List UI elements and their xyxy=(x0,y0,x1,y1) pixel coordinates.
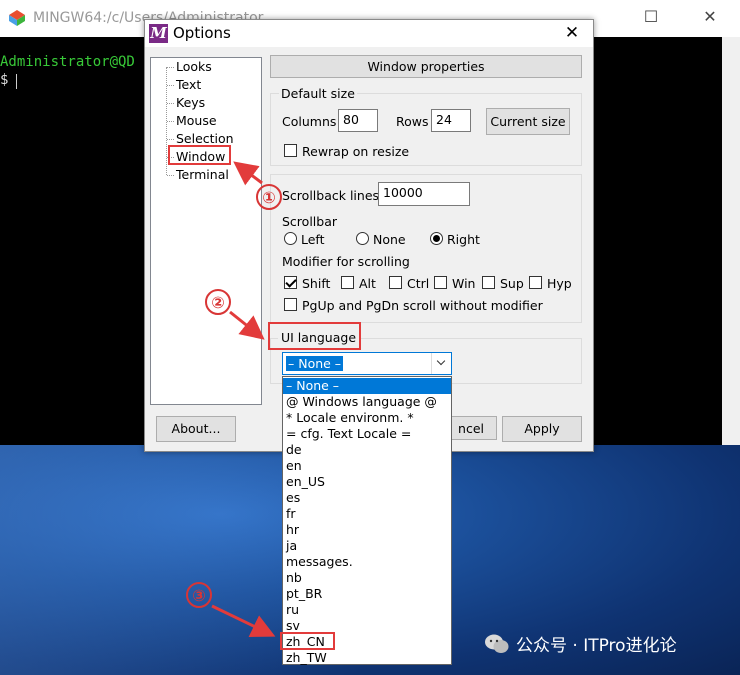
alt-checkbox[interactable] xyxy=(341,276,354,289)
pgup-checkbox[interactable] xyxy=(284,298,297,311)
dialog-close-icon[interactable]: ✕ xyxy=(561,22,583,44)
columns-field[interactable]: 80 xyxy=(338,109,378,132)
close-icon[interactable]: ✕ xyxy=(699,6,721,28)
hyp-checkbox[interactable] xyxy=(529,276,542,289)
apply-button[interactable]: Apply xyxy=(502,416,582,442)
rows-label: Rows xyxy=(396,114,429,129)
language-option[interactable]: pt_BR xyxy=(283,586,451,602)
win-checkbox[interactable] xyxy=(434,276,447,289)
ui-language-selected-value: – None – xyxy=(286,356,344,371)
scrollbar-none-radio[interactable] xyxy=(356,232,369,245)
highlight-zh-cn xyxy=(280,632,335,650)
watermark-text: 公众号 · ITPro进化论 xyxy=(516,636,677,656)
scrollbar-left-label: Left xyxy=(301,232,325,247)
hyp-label: Hyp xyxy=(547,276,572,291)
language-option[interactable]: fr xyxy=(283,506,451,522)
tree-item-looks[interactable]: Looks xyxy=(176,59,212,74)
scrollbar-none-label: None xyxy=(373,232,406,247)
language-option[interactable]: ja xyxy=(283,538,451,554)
scrollbar-left-radio[interactable] xyxy=(284,232,297,245)
columns-label: Columns xyxy=(282,114,337,129)
rewrap-label: Rewrap on resize xyxy=(302,144,410,159)
sup-label: Sup xyxy=(500,276,524,291)
language-option[interactable]: = cfg. Text Locale = xyxy=(283,426,451,442)
tree-connector xyxy=(167,175,174,176)
rewrap-checkbox[interactable] xyxy=(284,144,297,157)
language-option[interactable]: en xyxy=(283,458,451,474)
terminal-dollar: $ xyxy=(0,72,9,88)
win-label: Win xyxy=(452,276,476,291)
language-option[interactable]: es xyxy=(283,490,451,506)
ui-language-select[interactable]: – None – xyxy=(282,352,452,375)
tree-connector xyxy=(167,85,174,86)
highlight-window-item xyxy=(168,145,231,165)
git-bash-icon xyxy=(9,10,25,26)
mintty-icon: M xyxy=(149,24,168,43)
step-1-marker: ① xyxy=(256,184,282,210)
ctrl-checkbox[interactable] xyxy=(389,276,402,289)
tree-item-mouse[interactable]: Mouse xyxy=(176,113,217,128)
current-size-button[interactable]: Current size xyxy=(486,108,570,135)
ui-language-dropdown[interactable]: – None – @ Windows language @ * Locale e… xyxy=(282,376,452,665)
scrollback-field[interactable]: 10000 xyxy=(378,182,470,206)
tree-connector xyxy=(167,139,174,140)
language-option[interactable]: messages. xyxy=(283,554,451,570)
language-option[interactable]: hr xyxy=(283,522,451,538)
maximize-icon[interactable]: ☐ xyxy=(640,6,662,28)
tree-item-selection[interactable]: Selection xyxy=(176,131,234,146)
dialog-titlebar: M Options ✕ xyxy=(145,20,593,47)
language-option[interactable]: zh_TW xyxy=(283,650,451,666)
chevron-down-icon[interactable] xyxy=(431,353,451,374)
language-option[interactable]: @ Windows language @ xyxy=(283,394,451,410)
pgup-label: PgUp and PgDn scroll without modifier xyxy=(302,298,543,313)
tree-connector xyxy=(167,67,174,68)
default-size-legend: Default size xyxy=(279,86,357,101)
tree-connector xyxy=(167,103,174,104)
shift-checkbox[interactable] xyxy=(284,276,297,289)
rows-field[interactable]: 24 xyxy=(431,109,471,132)
language-option[interactable]: ru xyxy=(283,602,451,618)
tree-item-terminal[interactable]: Terminal xyxy=(176,167,229,182)
terminal-cursor xyxy=(16,74,17,89)
tree-connector xyxy=(167,121,174,122)
language-option[interactable]: de xyxy=(283,442,451,458)
ctrl-label: Ctrl xyxy=(407,276,430,291)
terminal-scrollbar[interactable] xyxy=(722,37,740,445)
options-category-tree: Looks Text Keys Mouse Selection Window T… xyxy=(150,57,262,405)
tree-item-text[interactable]: Text xyxy=(176,77,201,92)
highlight-ui-language xyxy=(268,322,361,350)
dialog-title: Options xyxy=(173,24,231,42)
window-properties-button[interactable]: Window properties xyxy=(270,55,582,78)
step-3-marker: ③ xyxy=(186,582,212,608)
watermark: 公众号 · ITPro进化论 xyxy=(484,631,677,656)
scrollback-label: Scrollback lines xyxy=(282,188,380,203)
language-option[interactable]: – None – xyxy=(283,378,451,394)
terminal-prompt: Administrator@QD xyxy=(0,54,135,70)
about-button[interactable]: About... xyxy=(156,416,236,442)
modifier-label: Modifier for scrolling xyxy=(282,254,410,269)
scrollbar-right-label: Right xyxy=(447,232,480,247)
language-option[interactable]: nb xyxy=(283,570,451,586)
scrollbar-right-radio[interactable] xyxy=(430,232,443,245)
tree-item-keys[interactable]: Keys xyxy=(176,95,205,110)
language-option[interactable]: * Locale environm. * xyxy=(283,410,451,426)
step-2-marker: ② xyxy=(205,289,231,315)
sup-checkbox[interactable] xyxy=(482,276,495,289)
scrollbar-label: Scrollbar xyxy=(282,214,337,229)
language-option[interactable]: en_US xyxy=(283,474,451,490)
wechat-icon xyxy=(485,634,509,653)
alt-label: Alt xyxy=(359,276,376,291)
shift-label: Shift xyxy=(302,276,331,291)
